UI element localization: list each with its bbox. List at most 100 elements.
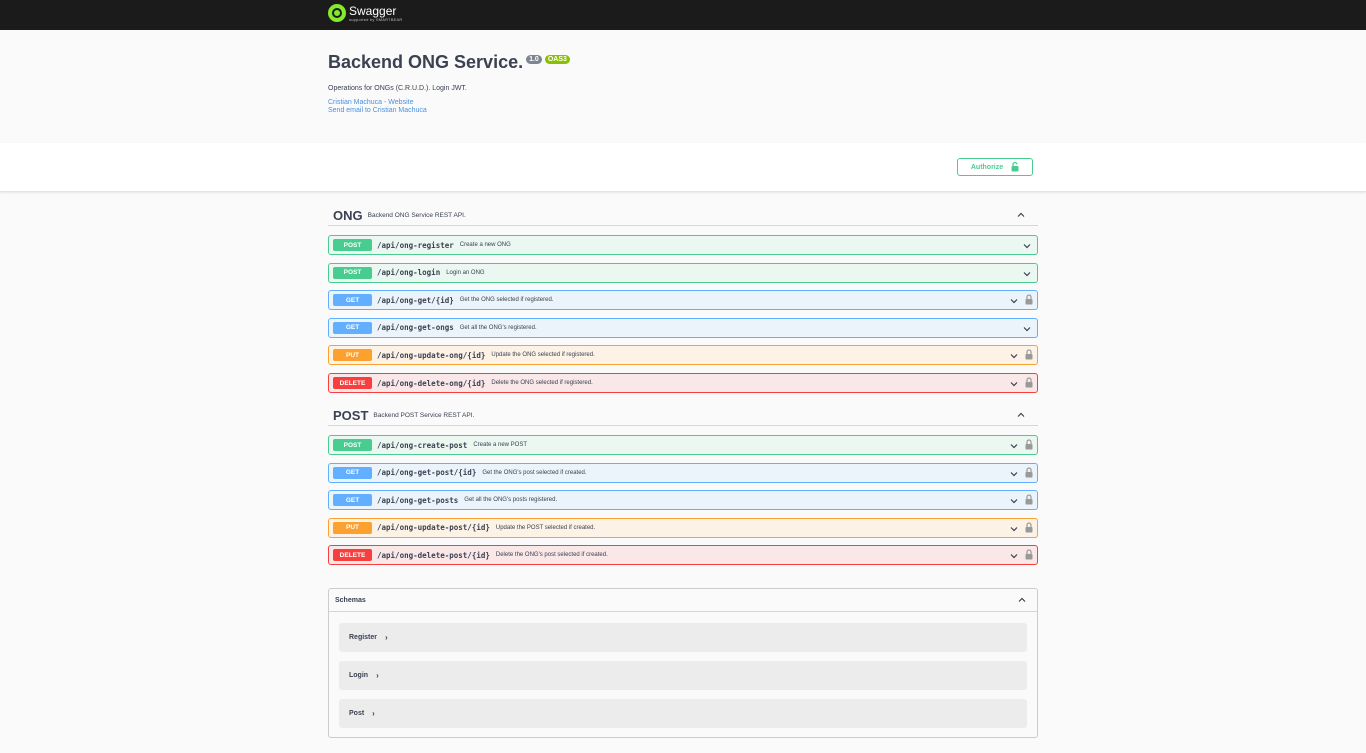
operation-row[interactable]: POST/api/ong-create-post Create a new POS…: [328, 435, 1038, 455]
lock-icon[interactable]: [1025, 439, 1033, 450]
chevron-right-icon: ›: [385, 633, 388, 642]
chevron-down-icon[interactable]: [1009, 496, 1019, 506]
method-badge: PUT: [333, 349, 372, 362]
tag-description: Backend ONG Service REST API.: [367, 212, 466, 219]
model-name: Login: [349, 672, 369, 679]
chevron-down-icon[interactable]: [1009, 351, 1019, 361]
operation-path: /api/ong-update-post/{id}: [377, 523, 490, 533]
schema-model-post[interactable]: Post ›: [339, 699, 1027, 728]
schema-model-login[interactable]: Login ›: [339, 661, 1027, 690]
operation-summary: Delete the ONG selected if registered.: [491, 380, 593, 386]
lock-icon[interactable]: [1025, 467, 1033, 478]
unlock-icon: [1011, 162, 1019, 172]
operation-path: /api/ong-login: [377, 268, 441, 278]
method-badge: PUT: [333, 521, 372, 534]
operation-row[interactable]: PUT/api/ong-update-post/{id} Update the P…: [328, 517, 1038, 538]
operation-summary: Update the ONG selected if registered.: [491, 352, 595, 359]
operation-summary: Get all the ONG's posts registered.: [464, 497, 558, 504]
operation-summary: Get the ONG selected if registered.: [459, 297, 554, 304]
operation-path: /api/ong-register: [377, 240, 454, 250]
email-link[interactable]: Send email to Cristian Machuca: [328, 107, 1038, 114]
authorize-label: Authorize: [970, 163, 1004, 171]
api-description: Operations for ONGs (C.R.U.D.). Login JW…: [328, 85, 467, 92]
tag-description: Backend POST Service REST API.: [373, 412, 475, 419]
operation-summary: Get all the ONG's registered.: [459, 324, 537, 331]
oas-badge: OAS3: [544, 55, 570, 64]
schema-model-register[interactable]: Register ›: [339, 623, 1027, 652]
chevron-down-icon[interactable]: [1009, 441, 1019, 451]
schemas-header[interactable]: Schemas: [329, 589, 1037, 612]
operation-summary: Create a new ONG: [459, 242, 511, 248]
operation-row[interactable]: GET/api/ong-get-ongs Get all the ONG's re…: [328, 317, 1038, 338]
swagger-logo-icon: [328, 4, 346, 22]
operation-path: /api/ong-delete-post/{id}: [377, 550, 490, 560]
operation-row[interactable]: GET/api/ong-get-post/{id} Get the ONG's p…: [328, 462, 1038, 483]
lock-icon[interactable]: [1025, 494, 1033, 505]
method-badge: GET: [333, 494, 372, 507]
operation-row[interactable]: GET/api/ong-get-posts Get all the ONG's p…: [328, 490, 1038, 511]
website-link[interactable]: Cristian Machuca - Website: [328, 99, 1038, 106]
topbar: Swagger supported by SMARTBEAR: [0, 0, 1366, 30]
method-badge: POST: [333, 266, 372, 279]
api-title: Backend ONG Service.: [328, 52, 524, 72]
chevron-down-icon[interactable]: [1009, 551, 1019, 561]
lock-icon[interactable]: [1025, 549, 1033, 560]
tag-name: POST: [333, 408, 369, 423]
tag-section-ong[interactable]: ONG Backend ONG Service REST API.: [328, 206, 1038, 226]
lock-icon[interactable]: [1025, 522, 1033, 533]
operation-summary: Get the ONG's post selected if created.: [482, 469, 587, 476]
chevron-right-icon: ›: [372, 709, 375, 718]
method-badge: DELETE: [333, 549, 372, 562]
method-badge: POST: [333, 439, 372, 451]
chevron-up-icon[interactable]: [1016, 410, 1026, 420]
operation-summary: Delete the ONG's post selected if create…: [495, 552, 608, 559]
authorize-button[interactable]: Authorize: [957, 158, 1033, 176]
schemas-title: Schemas: [335, 596, 366, 604]
chevron-down-icon[interactable]: [1022, 269, 1032, 279]
method-badge: GET: [333, 294, 372, 307]
scheme-container: Authorize: [0, 143, 1366, 192]
operation-path: /api/ong-get-post/{id}: [377, 468, 477, 478]
method-badge: DELETE: [333, 377, 372, 389]
model-name: Post: [349, 710, 365, 717]
lock-icon[interactable]: [1025, 294, 1033, 305]
chevron-down-icon[interactable]: [1009, 524, 1019, 534]
operation-path: /api/ong-get-posts: [377, 495, 459, 505]
chevron-up-icon[interactable]: [1016, 210, 1026, 220]
method-badge: GET: [333, 466, 372, 479]
version-badge: 1.0: [526, 55, 542, 64]
operation-path: /api/ong-get-ongs: [377, 323, 454, 333]
method-badge: GET: [333, 321, 372, 334]
operation-row[interactable]: PUT/api/ong-update-ong/{id} Update the ON…: [328, 345, 1038, 366]
chevron-down-icon[interactable]: [1022, 241, 1032, 251]
chevron-up-icon[interactable]: [1017, 595, 1027, 605]
operation-row[interactable]: GET/api/ong-get/{id} Get the ONG selected…: [328, 290, 1038, 311]
schemas-section: Schemas Register › Login › Post ›: [328, 588, 1038, 738]
method-badge: POST: [333, 239, 372, 251]
operation-row[interactable]: DELETE/api/ong-delete-post/{id} Delete th…: [328, 545, 1038, 566]
tag-name: ONG: [333, 208, 363, 223]
tag-section-post[interactable]: POST Backend POST Service REST API.: [328, 406, 1038, 426]
model-name: Register: [349, 634, 378, 641]
operation-path: /api/ong-create-post: [377, 440, 468, 450]
brand-subtitle: supported by SMARTBEAR: [349, 16, 403, 22]
operation-path: /api/ong-get/{id}: [377, 295, 454, 305]
operation-summary: Create a new POST: [473, 442, 528, 448]
brand-name: Swagger: [349, 3, 397, 18]
swagger-logo[interactable]: Swagger supported by SMARTBEAR: [328, 4, 402, 22]
operation-row[interactable]: POST/api/ong-register Create a new ONG: [328, 235, 1038, 255]
chevron-down-icon[interactable]: [1009, 296, 1019, 306]
chevron-down-icon[interactable]: [1022, 324, 1032, 334]
operation-path: /api/ong-delete-ong/{id}: [377, 378, 486, 388]
chevron-down-icon[interactable]: [1009, 379, 1019, 389]
lock-icon[interactable]: [1025, 349, 1033, 360]
operation-row[interactable]: DELETE/api/ong-delete-ong/{id} Delete the…: [328, 373, 1038, 393]
operation-summary: Update the POST selected if created.: [495, 524, 596, 531]
operation-path: /api/ong-update-ong/{id}: [377, 350, 486, 360]
chevron-right-icon: ›: [376, 671, 379, 680]
operation-summary: Login an ONG: [446, 269, 485, 276]
chevron-down-icon[interactable]: [1009, 469, 1019, 479]
api-info: Backend ONG Service. 1.0 OAS3 Operations…: [328, 52, 1038, 114]
lock-icon[interactable]: [1025, 377, 1033, 388]
operation-row[interactable]: POST/api/ong-login Login an ONG: [328, 262, 1038, 283]
